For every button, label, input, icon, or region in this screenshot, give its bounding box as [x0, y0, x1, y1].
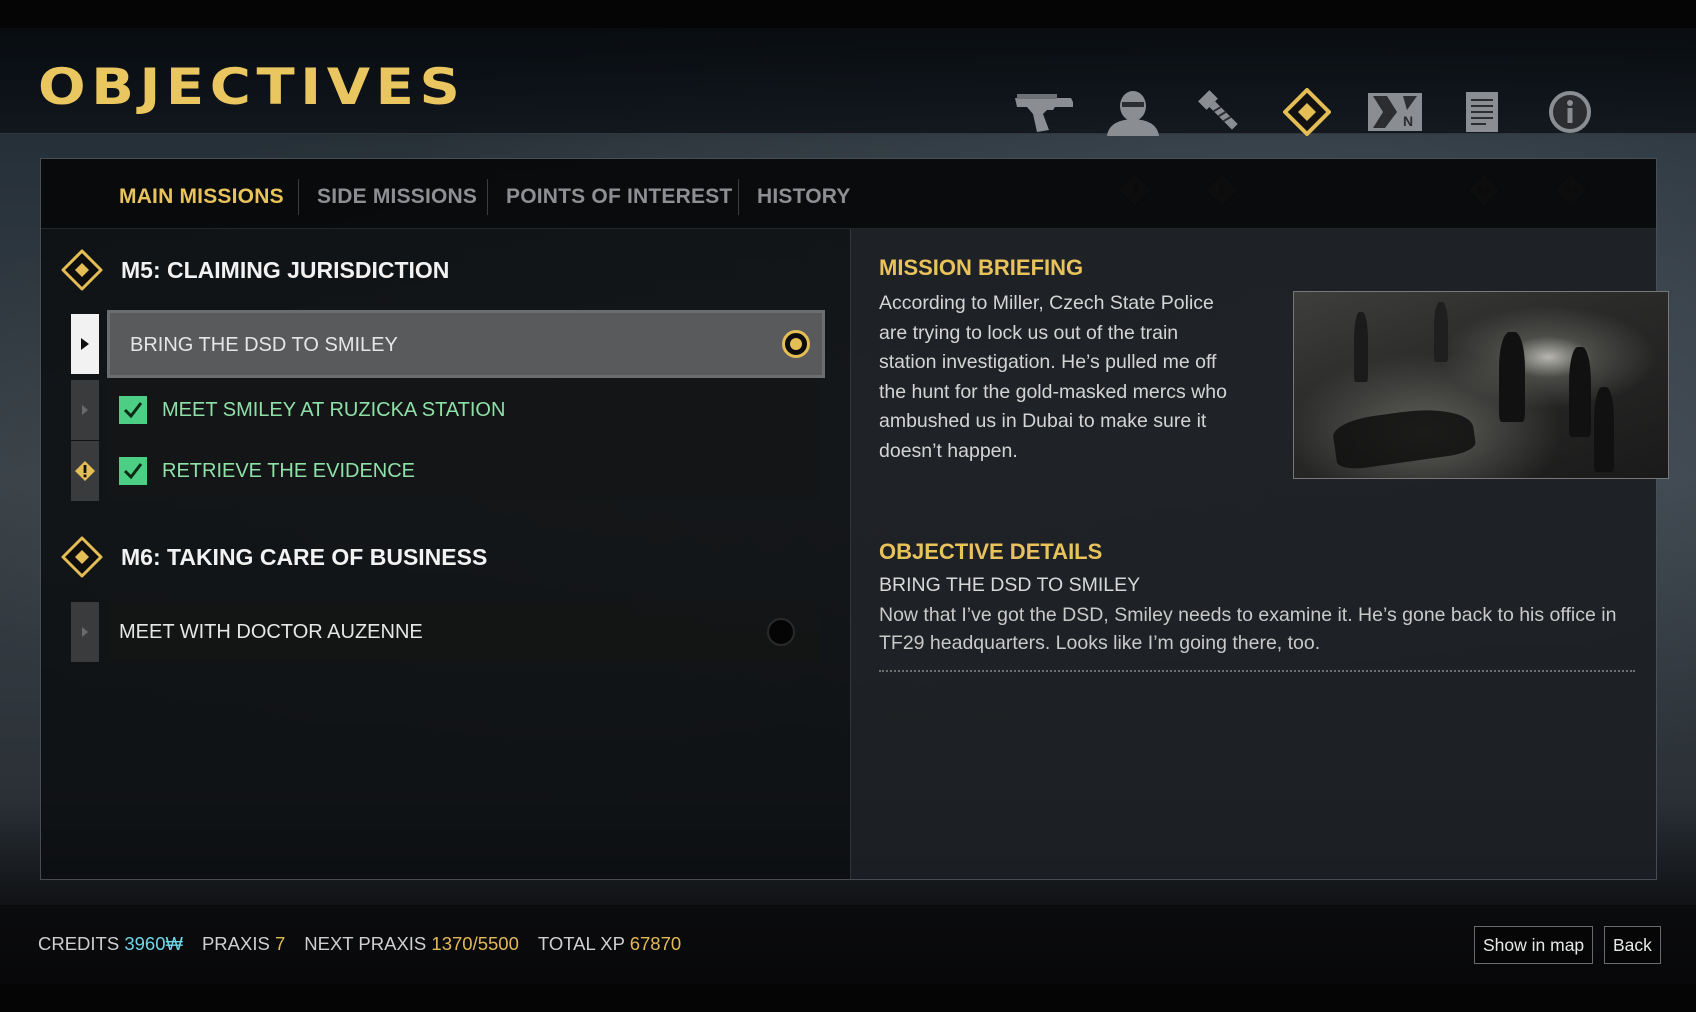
objective-details-heading: OBJECTIVE DETAILS [879, 539, 1103, 564]
subtab-history[interactable]: HISTORY [757, 185, 851, 209]
objective-body[interactable]: MEET WITH DOCTOR AUZENNE [107, 602, 819, 662]
objective-details-title: BRING THE DSD TO SMILEY [879, 574, 1141, 596]
mission-list: M5: CLAIMING JURISDICTION BRING THE DSD … [41, 229, 849, 879]
map-tab[interactable]: N [1360, 82, 1430, 142]
briefing-heading: MISSION BRIEFING [879, 255, 1084, 280]
objective-selected-body[interactable]: BRING THE DSD TO SMILEY [107, 310, 825, 378]
objective-label: MEET SMILEY AT RUZICKA STATION [162, 399, 506, 421]
mission-header[interactable]: M6: TAKING CARE OF BUSINESS [61, 536, 487, 578]
objective-row[interactable]: MEET SMILEY AT RUZICKA STATION [71, 380, 819, 440]
objective-label: MEET WITH DOCTOR AUZENNE [119, 621, 423, 643]
credits-value: 3960₩ [124, 933, 183, 954]
subtab-points-of-interest[interactable]: POINTS OF INTEREST [506, 185, 732, 209]
briefing-text: According to Miller, Czech State Police … [879, 292, 1227, 462]
total-xp-value: 67870 [629, 933, 682, 954]
subtab-divider [738, 179, 739, 215]
pistol-icon [1015, 94, 1073, 132]
objective-body[interactable]: RETRIEVE THE EVIDENCE [107, 441, 819, 501]
letterbox-top [0, 0, 1696, 28]
map-icon: N [1368, 93, 1422, 131]
back-button[interactable]: Back [1604, 926, 1661, 964]
section-divider [879, 670, 1635, 672]
checkmark-icon [119, 396, 147, 424]
mission-briefing-image [1293, 291, 1669, 479]
mission-header[interactable]: M5: CLAIMING JURISDICTION [61, 249, 449, 291]
subtab-main-missions[interactable]: MAIN MISSIONS [119, 185, 284, 209]
info-icon [1549, 91, 1591, 133]
document-icon [1466, 92, 1498, 132]
page-title: OBJECTIVES [38, 58, 466, 116]
checkmark-icon [119, 457, 147, 485]
tracked-marker-icon[interactable] [782, 330, 810, 358]
bolt-icon [1198, 90, 1238, 130]
mission-title: M5: CLAIMING JURISDICTION [121, 256, 450, 283]
player-stats: CREDITS 3960₩ PRAXIS 7 NEXT PRAXIS 1370/… [38, 933, 700, 955]
svg-text:N: N [1403, 113, 1413, 129]
total-xp-stat: TOTAL XP 67870 [537, 933, 682, 954]
untracked-marker-icon[interactable] [767, 618, 795, 646]
praxis-stat: PRAXIS 7 [201, 933, 286, 954]
objectives-tab[interactable] [1272, 82, 1342, 142]
mission-diamond-icon [61, 249, 103, 291]
objective-label: RETRIEVE THE EVIDENCE [162, 460, 416, 482]
objective-details-text: Now that I’ve got the DSD, Smiley needs … [879, 604, 1617, 654]
masked-agent-icon [1107, 91, 1159, 136]
next-praxis-stat: NEXT PRAXIS 1370/5500 [304, 933, 519, 954]
mission-category-tabs: MAIN MISSIONS SIDE MISSIONS POINTS OF IN… [41, 159, 1656, 229]
credits-stat: CREDITS 3960₩ [38, 933, 183, 954]
praxis-value: 7 [274, 933, 286, 954]
letterbox-bottom [0, 984, 1696, 1012]
warning-icon [71, 441, 99, 501]
chevron-right-icon [71, 380, 99, 440]
objective-row[interactable]: RETRIEVE THE EVIDENCE [71, 441, 819, 501]
show-in-map-button[interactable]: Show in map [1474, 926, 1594, 964]
status-footer: CREDITS 3960₩ PRAXIS 7 NEXT PRAXIS 1370/… [0, 905, 1696, 985]
chevron-right-icon [71, 314, 99, 374]
mission-detail-pane: MISSION BRIEFING According to Miller, Cz… [850, 229, 1669, 879]
objective-row[interactable]: BRING THE DSD TO SMILEY [71, 310, 825, 378]
info-tab[interactable] [1535, 82, 1605, 142]
objective-body[interactable]: MEET SMILEY AT RUZICKA STATION [107, 380, 819, 440]
mission-title: M6: TAKING CARE OF BUSINESS [121, 543, 488, 570]
chevron-right-icon [71, 602, 99, 662]
subtab-divider [487, 179, 488, 215]
header-bar: OBJECTIVES 7 [0, 28, 1696, 209]
mission-diamond-icon [61, 536, 103, 578]
objective-diamond-icon [1283, 88, 1331, 136]
crafting-tab[interactable] [1185, 82, 1255, 142]
next-praxis-value: 1370/5500 [431, 933, 519, 954]
weapons-tab[interactable] [1010, 82, 1080, 142]
character-tab[interactable] [1098, 82, 1168, 142]
objective-label: BRING THE DSD TO SMILEY [130, 334, 398, 356]
subtab-side-missions[interactable]: SIDE MISSIONS [317, 185, 477, 209]
objective-row[interactable]: MEET WITH DOCTOR AUZENNE [71, 602, 819, 662]
documents-tab[interactable] [1447, 82, 1517, 142]
objectives-panel: MAIN MISSIONS SIDE MISSIONS POINTS OF IN… [40, 158, 1669, 880]
subtab-divider [298, 179, 299, 215]
